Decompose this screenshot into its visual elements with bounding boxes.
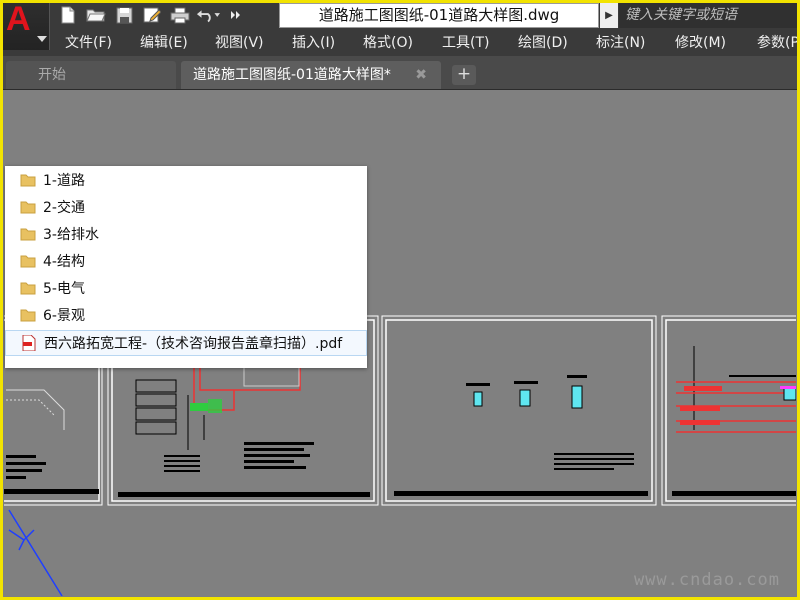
title-bar: A 道路施工图图纸-01道路大样图.dwg ▶ 键入关键字或短语 [0,0,800,50]
undo-icon[interactable] [196,4,220,26]
folder-icon [20,255,36,268]
open-icon[interactable] [84,4,108,26]
menu-tools[interactable]: 工具(T) [442,31,489,56]
menu-insert[interactable]: 插入(I) [292,31,335,56]
list-item-label: 西六路拓宽工程-（技术咨询报告盖章扫描）.pdf [44,336,343,352]
watermark: www.cndao.com [633,570,780,590]
list-item-label: 1-道路 [43,173,85,189]
file-tabs: 开始 道路施工图图纸-01道路大样图* ✖ + [0,56,800,90]
app-menu-button[interactable]: A [3,0,50,50]
folder-icon [20,228,36,241]
folder-icon [20,201,36,214]
tab-start-label: 开始 [38,67,66,83]
dropdown-arrow-icon [37,36,47,42]
search-expand-icon[interactable]: ▶ [600,3,618,28]
list-item[interactable]: 1-道路 [5,168,367,194]
tab-drawing-label: 道路施工图图纸-01道路大样图* [193,67,391,83]
tab-start[interactable]: 开始 [6,61,176,89]
new-tab-button[interactable]: + [452,65,476,85]
list-item[interactable]: 6-景观 [5,303,367,329]
folder-icon [20,309,36,322]
new-icon[interactable] [56,4,80,26]
list-item-label: 4-结构 [43,254,85,270]
pdf-icon [22,335,36,351]
menu-file[interactable]: 文件(F) [65,31,112,56]
list-item[interactable]: 5-电气 [5,276,367,302]
more-icon[interactable] [224,4,248,26]
document-title: 道路施工图图纸-01道路大样图.dwg [279,3,599,28]
save-icon[interactable] [112,4,136,26]
folder-icon [20,282,36,295]
list-item-label: 5-电气 [43,281,85,297]
search-input[interactable]: 键入关键字或短语 [619,3,800,28]
menu-view[interactable]: 视图(V) [215,31,264,56]
list-item[interactable]: 西六路拓宽工程-（技术咨询报告盖章扫描）.pdf [5,330,367,356]
autocad-logo-icon: A [6,0,31,38]
menu-parametric[interactable]: 参数(P [757,31,799,56]
list-item[interactable]: 3-给排水 [5,222,367,248]
file-list-popup: 1-道路 2-交通 3-给排水 4-结构 5-电气 6-景观 西六路拓宽工程-（… [5,166,367,368]
list-item-label: 3-给排水 [43,227,99,243]
folder-icon [20,174,36,187]
menu-modify[interactable]: 修改(M) [675,31,726,56]
list-item[interactable]: 4-结构 [5,249,367,275]
menu-edit[interactable]: 编辑(E) [140,31,188,56]
menu-bar: 文件(F) 编辑(E) 视图(V) 插入(I) 格式(O) 工具(T) 绘图(D… [0,31,800,56]
quick-access-toolbar [56,4,248,26]
tab-drawing[interactable]: 道路施工图图纸-01道路大样图* ✖ [181,61,441,89]
list-item[interactable]: 2-交通 [5,195,367,221]
menu-format[interactable]: 格式(O) [363,31,413,56]
menu-dimension[interactable]: 标注(N) [596,31,645,56]
list-item-label: 2-交通 [43,200,85,216]
print-icon[interactable] [168,4,192,26]
menu-draw[interactable]: 绘图(D) [518,31,568,56]
close-icon[interactable]: ✖ [415,61,427,89]
list-item-label: 6-景观 [43,308,85,324]
save-as-icon[interactable] [140,4,164,26]
